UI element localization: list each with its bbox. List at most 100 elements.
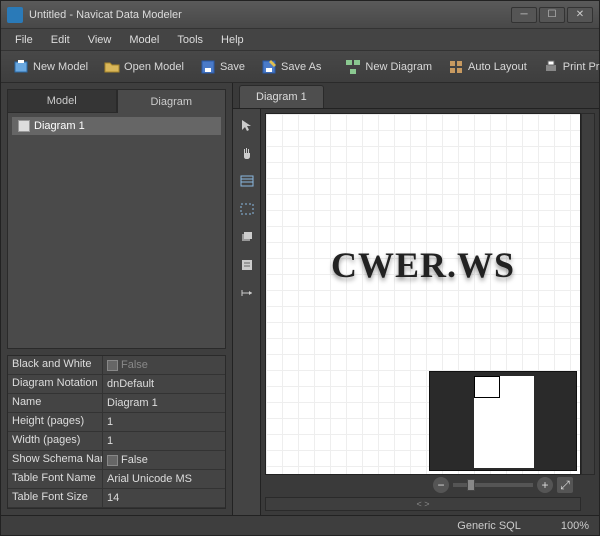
menu-tools[interactable]: Tools xyxy=(169,31,211,49)
prop-key: Name xyxy=(8,394,103,412)
save-as-icon xyxy=(261,59,277,75)
document-tabs: Diagram 1 xyxy=(233,83,599,109)
minimap-viewport[interactable] xyxy=(474,376,500,398)
zoom-slider[interactable] xyxy=(453,483,533,487)
window-controls: ─ ☐ ✕ xyxy=(511,7,593,23)
checkbox-icon[interactable] xyxy=(107,360,118,371)
prop-key: Diagram Notation xyxy=(8,375,103,393)
menu-model[interactable]: Model xyxy=(121,31,167,49)
print-preview-label: Print Preview xyxy=(563,61,600,73)
app-window: Untitled - Navicat Data Modeler ─ ☐ ✕ Fi… xyxy=(0,0,600,536)
left-tabs: Model Diagram xyxy=(7,89,226,113)
close-button[interactable]: ✕ xyxy=(567,7,593,23)
property-grid: Black and White False Diagram Notation d… xyxy=(7,355,226,509)
diagram-item-icon xyxy=(18,120,30,132)
prop-key: Show Schema Name xyxy=(8,451,103,469)
status-engine: Generic SQL xyxy=(457,520,521,532)
tool-tray xyxy=(233,109,261,515)
prop-row[interactable]: Table Font Size 14 xyxy=(8,489,225,508)
auto-layout-button[interactable]: Auto Layout xyxy=(442,56,533,78)
print-icon xyxy=(543,59,559,75)
hand-tool[interactable] xyxy=(237,143,257,163)
prop-row[interactable]: Diagram Notation dnDefault xyxy=(8,375,225,394)
menu-help[interactable]: Help xyxy=(213,31,252,49)
save-as-button[interactable]: Save As xyxy=(255,56,327,78)
layout-icon xyxy=(448,59,464,75)
zoom-out-button[interactable]: − xyxy=(433,477,449,493)
prop-row[interactable]: Name Diagram 1 xyxy=(8,394,225,413)
prop-key: Table Font Size xyxy=(8,489,103,507)
main-body: Model Diagram Diagram 1 Black and White … xyxy=(1,83,599,515)
window-title: Untitled - Navicat Data Modeler xyxy=(29,9,511,21)
new-model-button[interactable]: New Model xyxy=(7,56,94,78)
prop-key: Black and White xyxy=(8,356,103,374)
checkbox-icon[interactable] xyxy=(107,455,118,466)
prop-row[interactable]: Show Schema Name False xyxy=(8,451,225,470)
menu-edit[interactable]: Edit xyxy=(43,31,78,49)
open-model-label: Open Model xyxy=(124,61,184,73)
status-zoom: 100% xyxy=(561,520,589,532)
zoom-bar: − + ⤢ xyxy=(429,475,577,495)
diagram-tree: Diagram 1 xyxy=(7,113,226,349)
prop-value[interactable]: dnDefault xyxy=(103,375,225,393)
folder-icon xyxy=(104,59,120,75)
right-panel: Diagram 1 CWER.WS xyxy=(233,83,599,515)
left-panel: Model Diagram Diagram 1 Black and White … xyxy=(1,83,233,515)
view-tool[interactable] xyxy=(237,199,257,219)
tree-item-diagram1[interactable]: Diagram 1 xyxy=(12,117,221,135)
new-model-icon xyxy=(13,59,29,75)
save-icon xyxy=(200,59,216,75)
save-label: Save xyxy=(220,61,245,73)
print-preview-button[interactable]: Print Preview xyxy=(537,56,600,78)
prop-row[interactable]: Height (pages) 1 xyxy=(8,413,225,432)
prop-key: Width (pages) xyxy=(8,432,103,450)
auto-layout-label: Auto Layout xyxy=(468,61,527,73)
menubar: File Edit View Model Tools Help xyxy=(1,29,599,51)
pointer-tool[interactable] xyxy=(237,115,257,135)
prop-row[interactable]: Table Font Name Arial Unicode MS xyxy=(8,470,225,489)
prop-value[interactable]: False xyxy=(103,356,225,374)
new-diagram-button[interactable]: New Diagram xyxy=(339,56,438,78)
prop-value[interactable]: False xyxy=(103,451,225,469)
note-tool[interactable] xyxy=(237,255,257,275)
new-model-label: New Model xyxy=(33,61,88,73)
vertical-scrollbar[interactable] xyxy=(581,113,595,475)
menu-view[interactable]: View xyxy=(80,31,120,49)
app-icon xyxy=(7,7,23,23)
open-model-button[interactable]: Open Model xyxy=(98,56,190,78)
zoom-in-button[interactable]: + xyxy=(537,477,553,493)
document-area: CWER.WS − + ⤢ < > xyxy=(233,109,599,515)
zoom-thumb[interactable] xyxy=(467,479,475,491)
horizontal-scrollbar[interactable]: < > xyxy=(265,497,581,511)
tab-model[interactable]: Model xyxy=(7,89,117,113)
prop-value[interactable]: 1 xyxy=(103,432,225,450)
toolbar: New Model Open Model Save Save As New Di… xyxy=(1,51,599,83)
zoom-fit-button[interactable]: ⤢ xyxy=(557,477,573,493)
prop-value[interactable]: Diagram 1 xyxy=(103,394,225,412)
prop-value[interactable]: Arial Unicode MS xyxy=(103,470,225,488)
save-button[interactable]: Save xyxy=(194,56,251,78)
new-diagram-label: New Diagram xyxy=(365,61,432,73)
minimap[interactable] xyxy=(429,371,577,471)
relation-tool[interactable] xyxy=(237,283,257,303)
prop-key: Table Font Name xyxy=(8,470,103,488)
prop-value[interactable]: 14 xyxy=(103,489,225,507)
minimize-button[interactable]: ─ xyxy=(511,7,537,23)
tree-item-label: Diagram 1 xyxy=(34,120,85,132)
tab-diagram[interactable]: Diagram xyxy=(117,89,227,113)
save-as-label: Save As xyxy=(281,61,321,73)
prop-row[interactable]: Width (pages) 1 xyxy=(8,432,225,451)
menu-file[interactable]: File xyxy=(7,31,41,49)
titlebar: Untitled - Navicat Data Modeler ─ ☐ ✕ xyxy=(1,1,599,29)
prop-key: Height (pages) xyxy=(8,413,103,431)
doc-tab-diagram1[interactable]: Diagram 1 xyxy=(239,85,324,108)
canvas-wrap: CWER.WS − + ⤢ < > xyxy=(261,109,599,515)
prop-row[interactable]: Black and White False xyxy=(8,356,225,375)
layer-tool[interactable] xyxy=(237,227,257,247)
maximize-button[interactable]: ☐ xyxy=(539,7,565,23)
prop-value[interactable]: 1 xyxy=(103,413,225,431)
diagram-icon xyxy=(345,59,361,75)
statusbar: Generic SQL 100% xyxy=(1,515,599,535)
table-tool[interactable] xyxy=(237,171,257,191)
watermark-text: CWER.WS xyxy=(331,244,515,286)
